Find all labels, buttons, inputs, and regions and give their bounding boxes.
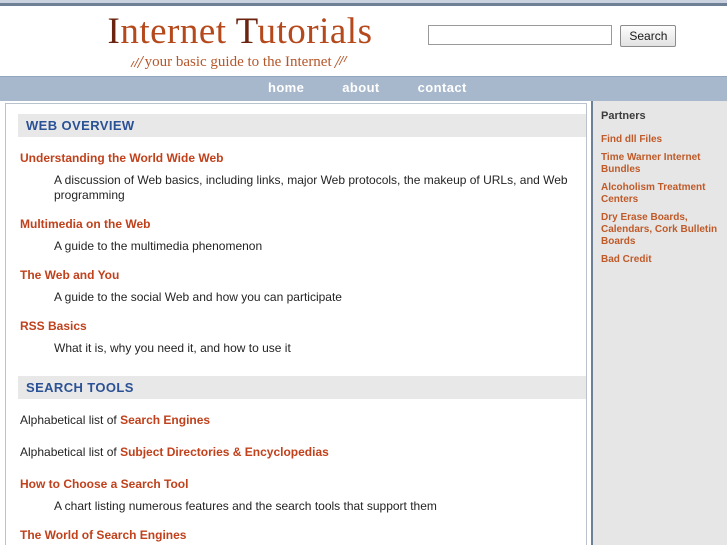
section-heading-search-tools: SEARCH TOOLS bbox=[18, 376, 586, 399]
link-search-engines[interactable]: Search Engines bbox=[120, 413, 210, 427]
site-tagline: your basic guide to the Internet bbox=[60, 53, 420, 71]
link-the-world-of-search-engines[interactable]: The World of Search Engines bbox=[20, 528, 578, 542]
triple-slash-left-icon bbox=[129, 56, 145, 68]
nav-items: home about contact bbox=[268, 80, 505, 95]
desc-multimedia-on-the-web: A guide to the multimedia phenomenon bbox=[54, 239, 263, 253]
line-prefix-search-engines: Alphabetical list of bbox=[20, 413, 121, 427]
search-form: Search bbox=[428, 25, 677, 47]
main-navigation: home about contact bbox=[0, 76, 727, 101]
link-subject-directories-encyclopedias[interactable]: Subject Directories & Encyclopedias bbox=[120, 445, 329, 459]
site-header: Internet Tutorials your basic guide to t… bbox=[0, 6, 727, 76]
nav-item-home[interactable]: home bbox=[268, 80, 304, 95]
search-button[interactable]: Search bbox=[620, 25, 677, 47]
partner-link-alcoholism-treatment-centers[interactable]: Alcoholism Treatment Centers bbox=[601, 182, 721, 206]
desc-the-web-and-you: A guide to the social Web and how you ca… bbox=[54, 290, 342, 304]
site-logo[interactable]: Internet Tutorials your basic guide to t… bbox=[60, 12, 420, 71]
line-prefix-subject-directories: Alphabetical list of bbox=[20, 445, 121, 459]
partner-link-dry-erase-boards[interactable]: Dry Erase Boards, Calendars, Cork Bullet… bbox=[601, 212, 721, 248]
desc-how-to-choose-a-search-tool: A chart listing numerous features and th… bbox=[54, 499, 437, 513]
link-understanding-www[interactable]: Understanding the World Wide Web bbox=[20, 151, 578, 165]
search-input[interactable] bbox=[428, 25, 612, 45]
logo-text-tutorials: utorials bbox=[257, 11, 373, 52]
desc-rss-basics: What it is, why you need it, and how to … bbox=[54, 341, 291, 355]
desc-understanding-www: A discussion of Web basics, including li… bbox=[54, 173, 568, 202]
partner-link-time-warner-internet-bundles[interactable]: Time Warner Internet Bundles bbox=[601, 152, 721, 176]
partner-link-find-dll-files[interactable]: Find dll Files bbox=[601, 134, 721, 146]
line-alphabetical-subject-directories: Alphabetical list of Subject Directories… bbox=[20, 445, 578, 459]
page-root: Internet Tutorials your basic guide to t… bbox=[0, 0, 727, 545]
link-how-to-choose-a-search-tool[interactable]: How to Choose a Search Tool bbox=[20, 477, 578, 491]
link-multimedia-on-the-web[interactable]: Multimedia on the Web bbox=[20, 217, 578, 231]
line-alphabetical-search-engines: Alphabetical list of Search Engines bbox=[20, 413, 578, 427]
logo-cap-t: T bbox=[235, 11, 258, 52]
partners-sidebar-inner: Partners Find dll Files Time Warner Inte… bbox=[593, 101, 727, 266]
body-columns: WEB OVERVIEW Understanding the World Wid… bbox=[0, 101, 727, 545]
partners-sidebar: Partners Find dll Files Time Warner Inte… bbox=[593, 101, 727, 545]
logo-cap-i: I bbox=[107, 11, 121, 52]
site-logo-title: Internet Tutorials bbox=[60, 12, 420, 52]
logo-text-internet: nternet bbox=[120, 11, 236, 52]
link-the-web-and-you[interactable]: The Web and You bbox=[20, 268, 578, 282]
site-tagline-text: your basic guide to the Internet bbox=[144, 54, 332, 70]
section-heading-web-overview: WEB OVERVIEW bbox=[18, 114, 586, 137]
nav-item-contact[interactable]: contact bbox=[418, 80, 467, 95]
link-rss-basics[interactable]: RSS Basics bbox=[20, 319, 578, 333]
triple-slash-right-icon bbox=[334, 56, 351, 68]
main-content-panel: WEB OVERVIEW Understanding the World Wid… bbox=[5, 103, 587, 545]
partner-link-bad-credit[interactable]: Bad Credit bbox=[601, 254, 721, 266]
main-content-inner: WEB OVERVIEW Understanding the World Wid… bbox=[6, 104, 586, 545]
nav-item-about[interactable]: about bbox=[342, 80, 379, 95]
partners-heading: Partners bbox=[601, 110, 646, 122]
